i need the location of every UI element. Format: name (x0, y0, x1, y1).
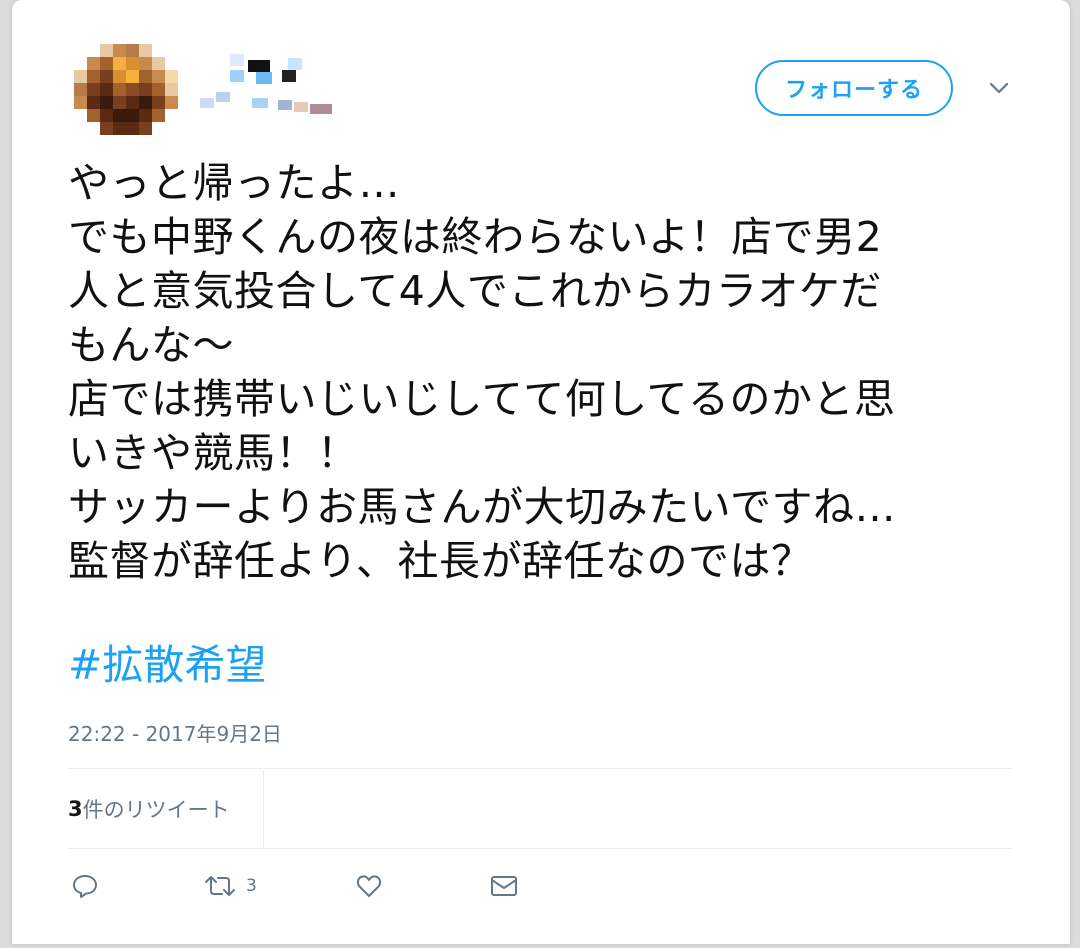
retweet-count: 3 (246, 876, 257, 896)
stats-row: 3 件のリツイート (68, 770, 1012, 848)
retweet-icon (205, 876, 235, 896)
direct-message-button[interactable] (490, 866, 518, 906)
like-button[interactable] (356, 866, 382, 906)
retweet-button[interactable]: 3 (204, 866, 257, 906)
reply-button[interactable] (72, 866, 98, 906)
tweet-actions: 3 (68, 866, 1012, 906)
retweet-count-stat[interactable]: 3 件のリツイート (68, 770, 264, 848)
tweet-text-line: でも中野くんの夜は終わらないよ！店で男2 (68, 213, 883, 261)
avatar[interactable] (74, 44, 178, 135)
divider (68, 768, 1012, 769)
follow-button[interactable]: フォローする (755, 60, 953, 116)
envelope-icon (491, 876, 517, 896)
reply-icon (73, 875, 97, 898)
tweet-text-line: サッカーよりお馬さんが大切みたいですね… (68, 483, 896, 531)
divider (68, 848, 1012, 849)
tweet-text-line: やっと帰ったよ… (68, 159, 400, 207)
retweet-count-label: 件のリツイート (82, 798, 230, 822)
heart-icon (356, 875, 382, 897)
tweet-text-line: 監督が辞任より、社長が辞任なのでは？ (68, 537, 813, 585)
tweet-text-line: 人と意気投合して4人でこれからカラオケだ (68, 267, 882, 315)
chevron-down-icon[interactable] (988, 80, 1010, 96)
username-mosaic[interactable] (182, 52, 332, 122)
hashtag-link[interactable]: #拡散希望 (68, 638, 266, 692)
tweet-text: やっと帰ったよ… でも中野くんの夜は終わらないよ！店で男2 人と意気投合して4人… (68, 156, 1028, 588)
tweet-timestamp[interactable]: 22:22 - 2017年9月2日 (68, 718, 282, 747)
retweet-count-value: 3 (68, 797, 83, 821)
tweet-text-line: 店では携帯いじいじしてて何してるのかと思 (68, 375, 896, 423)
tweet-text-line: いきや競馬！！ (68, 429, 359, 477)
tweet-text-line: もんな〜 (68, 321, 234, 369)
tweet-card: フォローする やっと帰ったよ… でも中野くんの夜は終わらないよ！店で男2 人と意… (12, 0, 1070, 944)
